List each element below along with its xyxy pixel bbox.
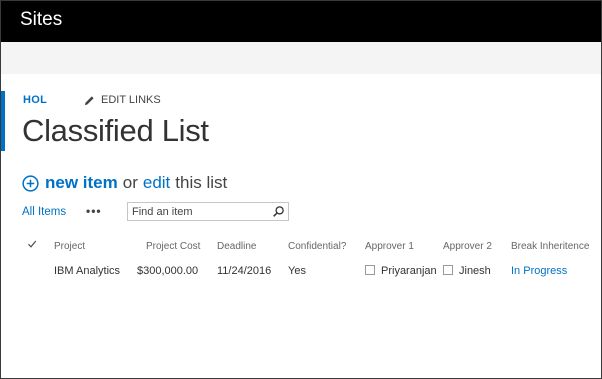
column-header-approver1[interactable]: Approver 1 xyxy=(365,241,414,252)
ribbon-bar xyxy=(1,42,601,74)
suite-bar-title[interactable]: Sites xyxy=(20,9,62,31)
cell-approver1: Priyaranjan xyxy=(365,265,437,277)
app-window: Sites HOL EDIT LINKS Classified List new… xyxy=(0,0,602,379)
nav-home-link[interactable]: HOL xyxy=(23,94,47,106)
edit-links-label: EDIT LINKS xyxy=(101,94,161,106)
view-all-items[interactable]: All Items xyxy=(22,206,66,218)
more-views-button[interactable]: ••• xyxy=(86,204,102,218)
user-presence-icon xyxy=(443,265,453,276)
cell-break-inheritence[interactable]: In Progress xyxy=(511,265,567,277)
add-circle-icon[interactable] xyxy=(22,174,39,192)
column-header-approver2[interactable]: Approver 2 xyxy=(443,241,492,252)
or-text: or xyxy=(122,173,138,192)
edit-list-link[interactable]: edit xyxy=(143,173,170,193)
search-input[interactable] xyxy=(132,204,262,219)
cell-project[interactable]: IBM Analytics xyxy=(54,265,120,277)
new-item-bar: new item or edit this list xyxy=(22,173,227,193)
column-header-cost[interactable]: Project Cost xyxy=(146,241,200,252)
title-accent-bar xyxy=(1,91,5,151)
cell-deadline: 11/24/2016 xyxy=(217,265,272,277)
column-header-confidential[interactable]: Confidential? xyxy=(288,241,346,252)
search-icon[interactable] xyxy=(272,205,285,218)
column-header-project[interactable]: Project xyxy=(54,241,85,252)
suite-bar: Sites xyxy=(1,1,601,42)
pencil-icon xyxy=(84,95,94,105)
column-header-break-inheritence[interactable]: Break Inheritence xyxy=(511,241,589,252)
approver2-name[interactable]: Jinesh xyxy=(459,265,491,277)
cell-approver2: Jinesh xyxy=(443,265,491,277)
column-header-deadline[interactable]: Deadline xyxy=(217,241,256,252)
search-box xyxy=(127,202,289,221)
new-item-link[interactable]: new item xyxy=(45,173,118,193)
cell-confidential: Yes xyxy=(288,265,306,277)
cell-cost: $300,000.00 xyxy=(137,265,199,277)
page-title: Classified List xyxy=(22,113,209,148)
user-presence-icon xyxy=(365,265,375,276)
edit-links-button[interactable]: EDIT LINKS xyxy=(84,94,161,106)
this-list-text: this list xyxy=(175,173,228,192)
select-all-checkmark-icon[interactable] xyxy=(27,239,37,249)
approver1-name[interactable]: Priyaranjan xyxy=(381,265,437,277)
